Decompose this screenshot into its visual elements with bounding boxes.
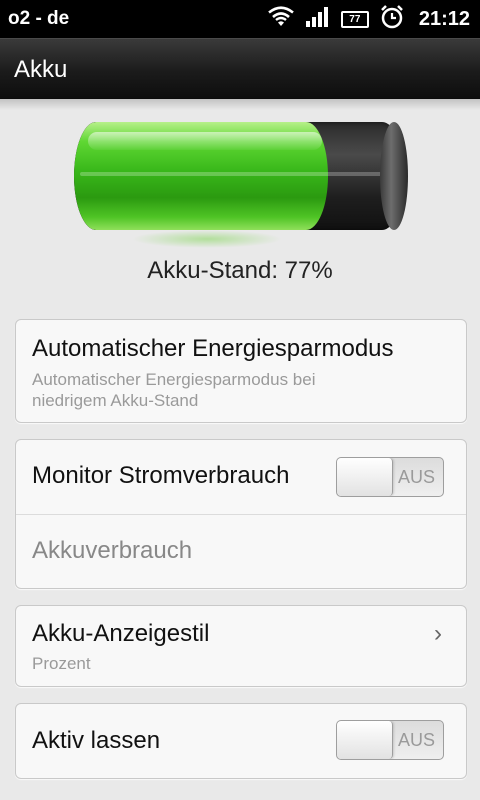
indicator-style-card[interactable]: Akku-Anzeigestil Prozent › [15,605,467,687]
page-title: Akku [14,56,68,83]
toggle-label: AUS [397,467,435,487]
power-saving-subtitle-1: Automatischer Energiesparmodus bei [32,370,316,389]
toggle-label: AUS [397,730,435,750]
signal-icon [305,6,331,33]
battery-shine [80,172,398,176]
indicator-style-title: Akku-Anzeigestil [32,620,210,647]
power-saving-title: Automatischer Energiesparmodus [32,335,394,362]
battery-fill [74,122,328,230]
title-bar-shadow [0,98,480,110]
carrier-name: o2 - de [8,8,70,29]
title-bar: Akku [0,38,480,99]
battery-body [74,122,404,230]
battery-usage-row[interactable]: Akkuverbrauch [16,515,466,588]
monitor-toggle[interactable]: AUS [336,457,444,497]
clock: 21:12 [418,7,470,30]
status-icons: 77 21:12 [267,4,470,35]
toggle-knob [337,458,393,496]
power-saving-card[interactable]: Automatischer Energiesparmodus Automatis… [15,319,467,423]
keep-awake-card[interactable]: Aktiv lassen AUS [15,703,467,779]
status-bar: o2 - de 77 21:12 [0,0,480,38]
keep-awake-toggle[interactable]: AUS [336,720,444,760]
battery-cap [380,122,408,230]
indicator-style-value: Prozent [32,654,91,673]
battery-level-text: Akku-Stand: 77% [147,257,333,284]
monitor-title: Monitor Stromverbrauch [32,462,290,489]
alarm-icon [379,4,405,35]
keep-awake-title: Aktiv lassen [32,727,161,754]
battery-graphic [72,120,408,250]
battery-usage-label: Akkuverbrauch [32,537,193,564]
battery-reflection [132,230,282,248]
power-saving-subtitle-2: niedrigem Akku-Stand [32,391,199,410]
monitor-row[interactable]: Monitor Stromverbrauch AUS [16,440,466,514]
toggle-knob [337,721,393,759]
monitor-card: Monitor Stromverbrauch AUS Akkuverbrauch [15,439,467,589]
chevron-right-icon: › [434,620,442,647]
wifi-icon [267,5,295,33]
battery-icon: 77 [340,10,369,28]
